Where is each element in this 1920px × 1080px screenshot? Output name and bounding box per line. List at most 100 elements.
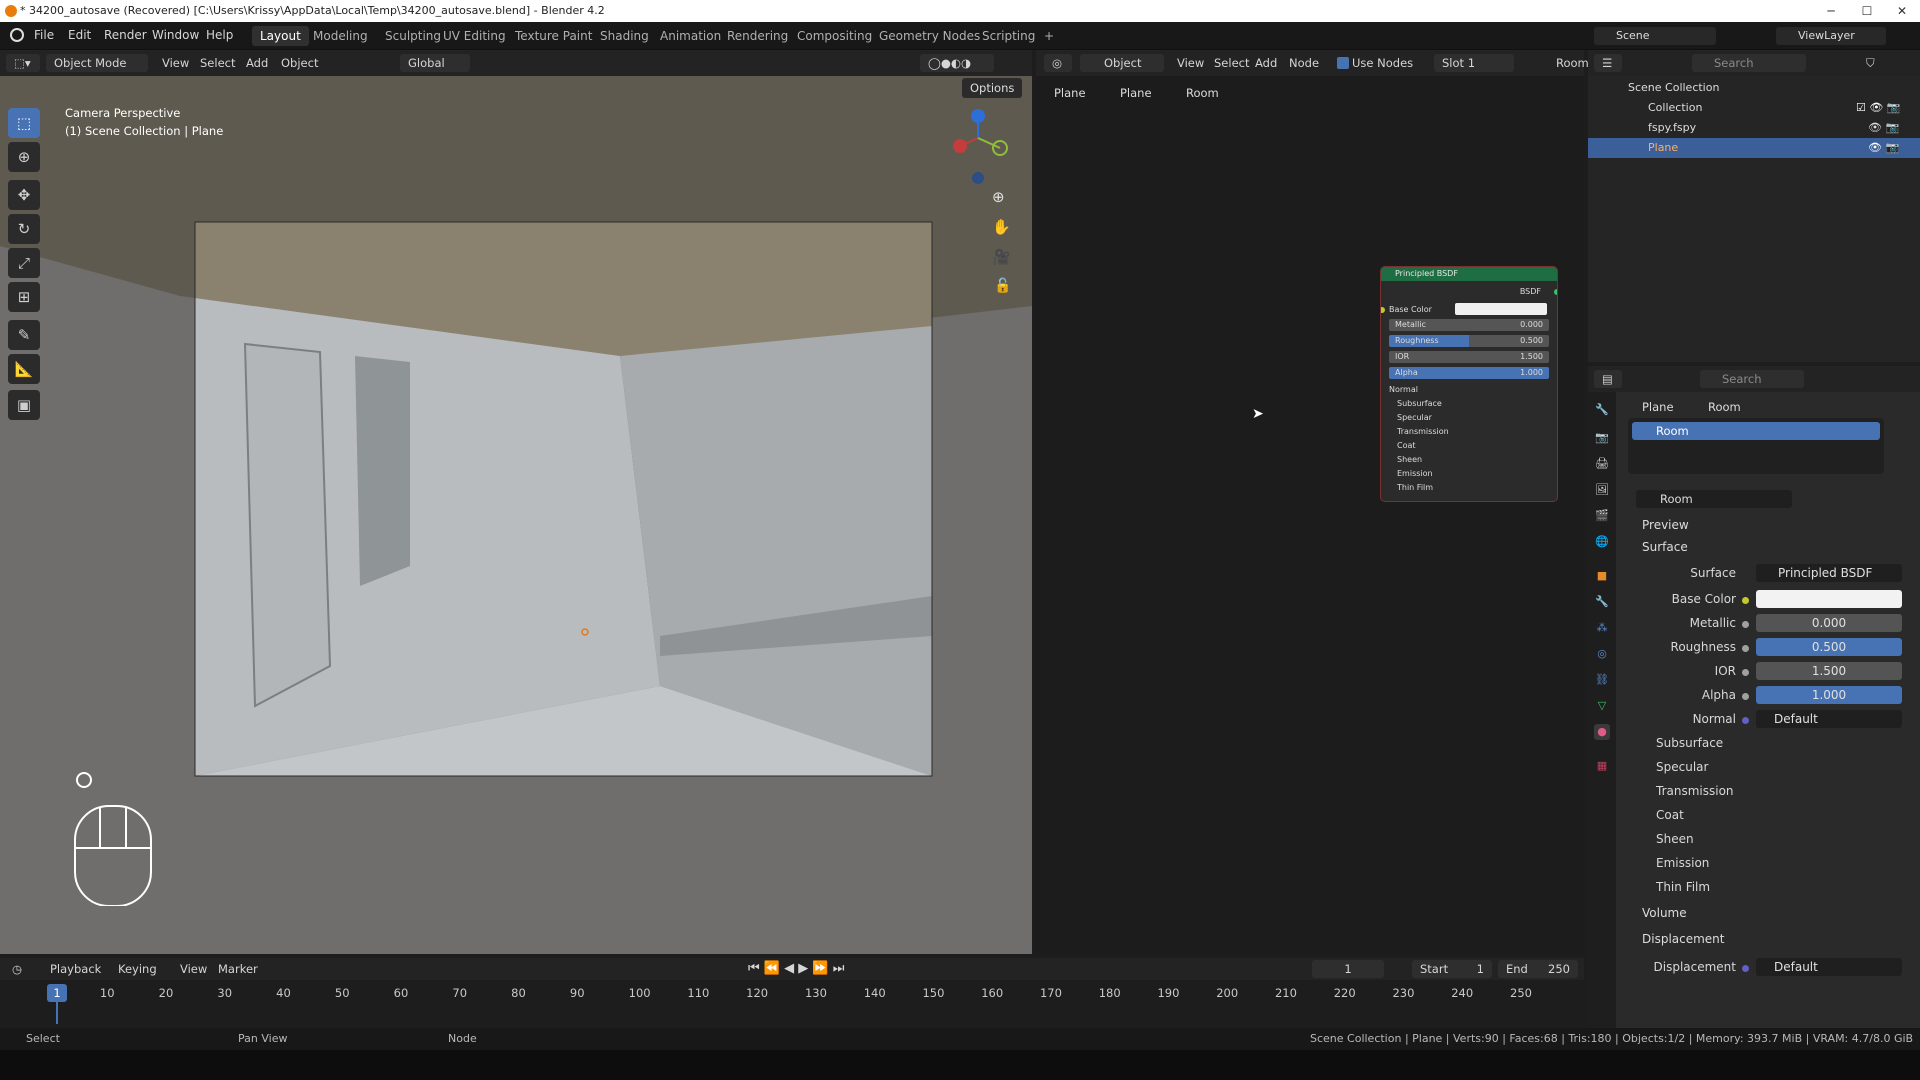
- ior-field[interactable]: 1.500: [1756, 662, 1902, 680]
- outliner[interactable]: Scene Collection Collection ☑ 👁 📷 fspy.fs…: [1588, 76, 1920, 362]
- material-name-field[interactable]: Room: [1636, 490, 1792, 508]
- vp-menu-select[interactable]: Select: [200, 54, 235, 72]
- tl-menu-marker[interactable]: Marker: [218, 960, 258, 978]
- mode-selector[interactable]: Object Mode: [46, 54, 148, 72]
- ne-menu-select[interactable]: Select: [1214, 54, 1249, 72]
- object-tab-icon[interactable]: ■: [1594, 568, 1610, 584]
- surface-panel-header[interactable]: Surface: [1642, 540, 1688, 554]
- subpanel-emission[interactable]: Emission: [1656, 856, 1709, 870]
- tl-menu-view[interactable]: View: [180, 960, 207, 978]
- volume-panel-header[interactable]: Volume: [1642, 906, 1687, 920]
- tab-shading[interactable]: Shading: [592, 26, 657, 46]
- tab-modeling[interactable]: Modeling: [305, 26, 376, 46]
- add-cube-tool[interactable]: ▣: [8, 390, 40, 420]
- move-tool[interactable]: ✥: [8, 180, 40, 210]
- lock-icon[interactable]: 🔓: [994, 278, 1011, 294]
- metallic-field[interactable]: 0.000: [1756, 614, 1902, 632]
- vp-menu-object[interactable]: Object: [281, 54, 318, 72]
- maximize-button[interactable]: ☐: [1849, 0, 1885, 22]
- outliner-row-fspy[interactable]: fspy.fspy 👁 📷: [1588, 118, 1920, 138]
- node-panel-emission[interactable]: Emission: [1397, 469, 1433, 478]
- tab-layout[interactable]: Layout: [252, 26, 309, 46]
- measure-tool[interactable]: 📐: [8, 354, 40, 384]
- displacement-field[interactable]: Default: [1756, 958, 1902, 976]
- node-alpha-field[interactable]: Alpha 1.000: [1389, 367, 1549, 379]
- bsdf-output-socket[interactable]: [1554, 289, 1557, 295]
- principled-bsdf-node[interactable]: Principled BSDF BSDF Base Color Metallic…: [1380, 266, 1558, 502]
- scene-selector[interactable]: Scene: [1594, 27, 1716, 45]
- start-frame-field[interactable]: Start 1: [1412, 960, 1492, 978]
- node-panel-coat[interactable]: Coat: [1397, 441, 1416, 450]
- material-slot-room[interactable]: Room: [1632, 422, 1880, 440]
- outliner-row-plane[interactable]: Plane 👁 📷: [1588, 138, 1920, 158]
- tab-animation[interactable]: Animation: [652, 26, 729, 46]
- node-header[interactable]: Principled BSDF: [1381, 267, 1557, 281]
- node-panel-specular[interactable]: Specular: [1397, 413, 1432, 422]
- menu-render[interactable]: Render: [104, 28, 147, 42]
- playhead[interactable]: 1: [47, 984, 67, 1002]
- tl-menu-playback[interactable]: Playback: [50, 960, 101, 978]
- node-ior-field[interactable]: IOR 1.500: [1389, 351, 1549, 363]
- properties-type-icon[interactable]: ▤: [1594, 370, 1622, 388]
- constraints-tab-icon[interactable]: ⛓: [1594, 672, 1610, 688]
- camera-view-icon[interactable]: 🎥: [992, 248, 1011, 266]
- subpanel-coat[interactable]: Coat: [1656, 808, 1684, 822]
- subpanel-specular[interactable]: Specular: [1656, 760, 1708, 774]
- render-tab-icon[interactable]: 📷: [1594, 430, 1610, 446]
- menu-edit[interactable]: Edit: [68, 28, 91, 42]
- vp-menu-add[interactable]: Add: [246, 54, 268, 72]
- menu-window[interactable]: Window: [152, 28, 199, 42]
- preview-panel-header[interactable]: Preview: [1642, 518, 1689, 532]
- node-editor-type-icon[interactable]: ◎: [1044, 54, 1072, 72]
- node-panel-transmission[interactable]: Transmission: [1397, 427, 1449, 436]
- cursor-tool[interactable]: ⊕: [8, 142, 40, 172]
- node-editor[interactable]: Plane Plane Room ➤: [1036, 76, 1584, 954]
- scene-tab-icon[interactable]: 🎬: [1594, 508, 1610, 524]
- output-tab-icon[interactable]: 🖨: [1594, 456, 1610, 472]
- physics-tab-icon[interactable]: ◎: [1594, 646, 1610, 662]
- add-workspace-button[interactable]: +: [1036, 26, 1062, 46]
- particles-tab-icon[interactable]: ⁂: [1594, 620, 1610, 636]
- material-selector[interactable]: Room: [1556, 54, 1589, 72]
- tab-uv-editing[interactable]: UV Editing: [435, 26, 514, 46]
- subpanel-subsurface[interactable]: Subsurface: [1656, 736, 1723, 750]
- menu-help[interactable]: Help: [206, 28, 233, 42]
- tab-scripting[interactable]: Scripting: [974, 26, 1043, 46]
- subpanel-thin-film[interactable]: Thin Film: [1656, 880, 1710, 894]
- viewlayer-selector[interactable]: ViewLayer: [1776, 27, 1886, 45]
- data-tab-icon[interactable]: ▽: [1594, 698, 1610, 714]
- tl-menu-keying[interactable]: Keying: [118, 960, 157, 978]
- slot-selector[interactable]: Slot 1: [1434, 54, 1514, 72]
- scale-tool[interactable]: ⤢: [8, 248, 40, 278]
- filter-icon[interactable]: ⛉: [1866, 54, 1875, 72]
- menu-file[interactable]: File: [34, 28, 54, 42]
- timeline-ruler[interactable]: 10 20 30 40 50 60 70 80 90 100 110 120 130 140 150 160 1…: [0, 980, 1584, 1028]
- tab-rendering[interactable]: Rendering: [719, 26, 796, 46]
- world-tab-icon[interactable]: 🌐: [1594, 534, 1610, 550]
- timeline-type-icon[interactable]: ◷: [12, 960, 22, 978]
- properties-search[interactable]: Search: [1700, 370, 1804, 388]
- rotate-tool[interactable]: ↻: [8, 214, 40, 244]
- view-layer-tab-icon[interactable]: 🖼: [1594, 482, 1610, 498]
- editor-type-icon[interactable]: ⬚▾: [6, 54, 40, 72]
- ne-menu-view[interactable]: View: [1177, 54, 1204, 72]
- displacement-panel-header[interactable]: Displacement: [1642, 932, 1725, 946]
- base-color-socket[interactable]: [1381, 307, 1385, 313]
- node-metallic-field[interactable]: Metallic 0.000: [1389, 319, 1549, 331]
- material-slot-list[interactable]: Room: [1628, 418, 1884, 474]
- node-base-color-swatch[interactable]: [1455, 303, 1547, 315]
- node-panel-thin-film[interactable]: Thin Film: [1397, 483, 1433, 492]
- tab-texture-paint[interactable]: Texture Paint: [507, 26, 600, 46]
- modifier-tab-icon[interactable]: 🔧: [1594, 594, 1610, 610]
- roughness-field[interactable]: 0.500: [1756, 638, 1902, 656]
- vp-menu-view[interactable]: View: [162, 54, 189, 72]
- annotate-tool[interactable]: ✎: [8, 320, 40, 350]
- end-frame-field[interactable]: End 250: [1498, 960, 1578, 978]
- surface-shader-field[interactable]: Principled BSDF: [1756, 564, 1902, 582]
- node-panel-subsurface[interactable]: Subsurface: [1397, 399, 1442, 408]
- ne-menu-node[interactable]: Node: [1289, 54, 1319, 72]
- normal-field[interactable]: Default: [1756, 710, 1902, 728]
- select-box-tool[interactable]: ⬚: [8, 108, 40, 138]
- shading-buttons[interactable]: ◯●◐◑: [920, 54, 994, 72]
- use-nodes-checkbox[interactable]: [1337, 57, 1349, 69]
